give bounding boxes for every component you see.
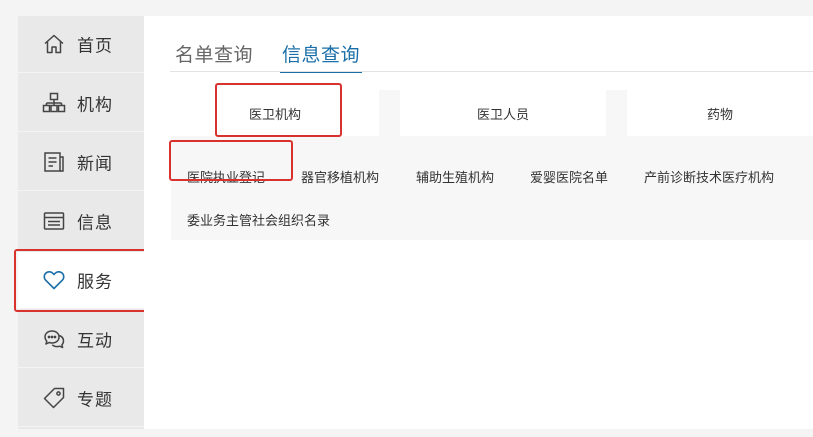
sidebar-item-label: 机构 [77, 95, 113, 116]
sidebar-item-label: 互动 [77, 331, 113, 352]
category-medical-institution[interactable]: 医卫机构 [171, 90, 379, 136]
category-medical-staff[interactable]: 医卫人员 [400, 90, 606, 136]
heart-icon [42, 268, 66, 292]
service-panel: 医卫机构 医卫人员 药物 医院执业登记 器官移植机构 辅助生殖机构 爱婴医院名单… [171, 90, 813, 240]
main-panel: 名单查询 信息查询 医卫机构 医卫人员 药物 医院执业登记 器官移植机构 辅助生… [144, 16, 813, 429]
sidebar: 首页 机构 新闻 信息 服务 互动 专题 [18, 16, 144, 429]
link-hospital-registration[interactable]: 医院执业登记 [187, 167, 265, 186]
tab-bar: 名单查询 信息查询 [144, 16, 813, 73]
chat-icon [42, 327, 66, 351]
sidebar-item-label: 服务 [77, 272, 113, 293]
sidebar-item-news[interactable]: 新闻 [18, 134, 144, 191]
home-icon [42, 32, 66, 56]
sidebar-item-home[interactable]: 首页 [18, 16, 144, 73]
category-drug[interactable]: 药物 [627, 90, 813, 136]
sidebar-item-interaction[interactable]: 互动 [18, 311, 144, 368]
link-baby-friendly-hospital[interactable]: 爱婴医院名单 [530, 167, 608, 186]
tab-list-query[interactable]: 名单查询 [175, 40, 253, 67]
tab-info-query[interactable]: 信息查询 [279, 40, 363, 73]
link-prenatal-diagnosis[interactable]: 产前诊断技术医疗机构 [644, 167, 774, 186]
page: 首页 机构 新闻 信息 服务 互动 专题 名单查询 信息查询 医卫机构 医卫人员… [0, 0, 813, 437]
sidebar-item-topic[interactable]: 专题 [18, 370, 144, 427]
info-icon [42, 209, 66, 233]
tag-icon [42, 386, 66, 410]
sidebar-item-label: 信息 [77, 213, 113, 234]
link-social-organizations[interactable]: 委业务主管社会组织名录 [187, 210, 330, 229]
sidebar-item-info[interactable]: 信息 [18, 193, 144, 250]
link-assisted-reproduction[interactable]: 辅助生殖机构 [416, 167, 494, 186]
link-organ-transplant[interactable]: 器官移植机构 [301, 167, 379, 186]
sidebar-item-label: 新闻 [77, 154, 113, 175]
sidebar-item-service[interactable]: 服务 [18, 252, 144, 309]
sidebar-item-organization[interactable]: 机构 [18, 75, 144, 132]
sidebar-item-label: 首页 [77, 36, 113, 57]
sidebar-item-label: 专题 [77, 390, 113, 411]
tab-divider [170, 71, 813, 72]
news-icon [42, 150, 66, 174]
organization-icon [42, 91, 66, 115]
